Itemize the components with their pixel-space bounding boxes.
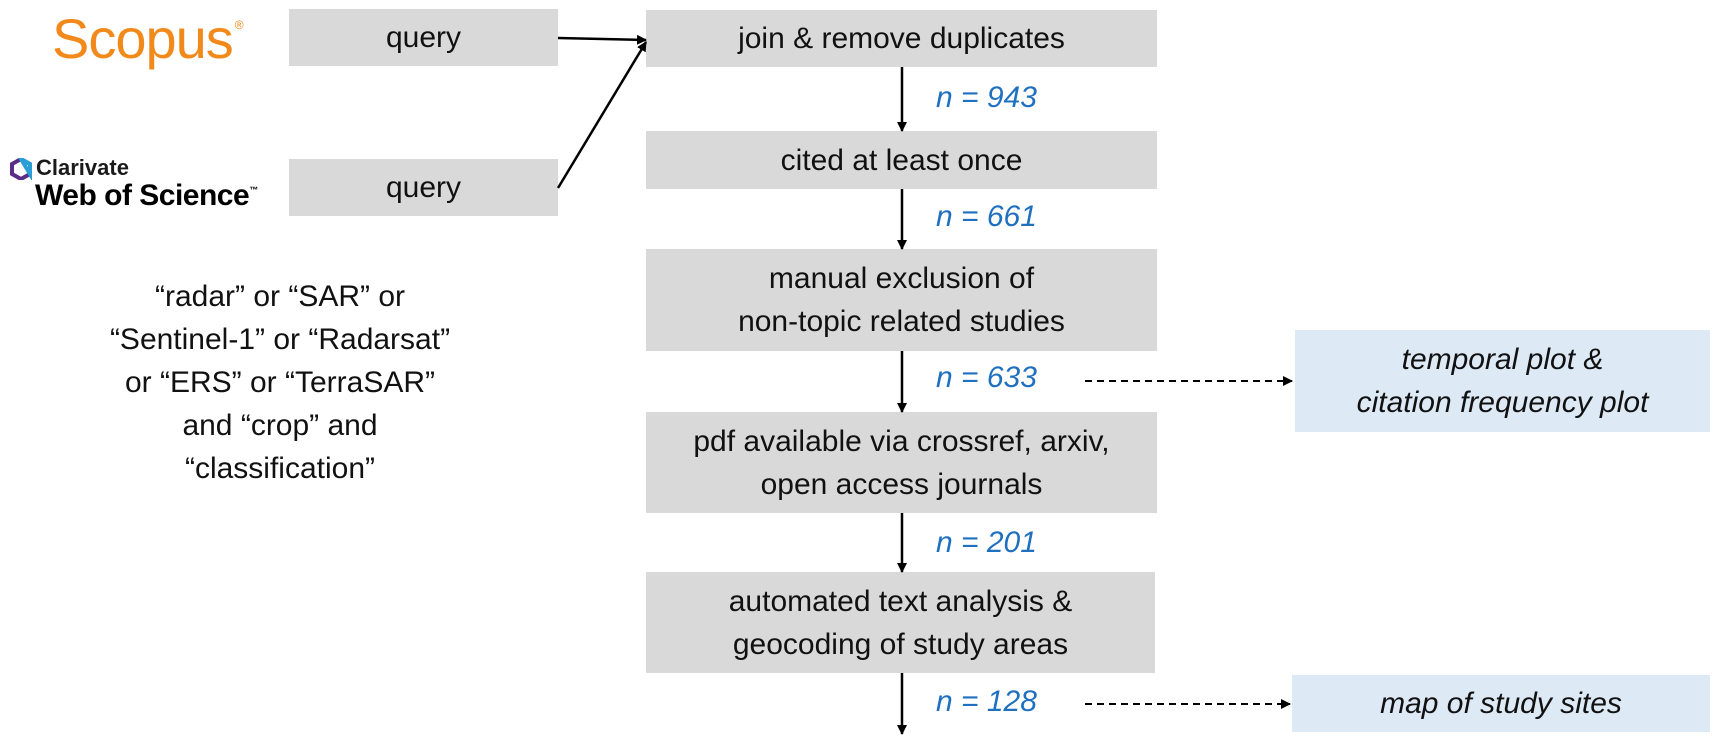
arrow-wos-to-join <box>556 41 648 189</box>
flow-arrows <box>556 34 1293 735</box>
arrow-scopus-to-join <box>557 34 647 45</box>
